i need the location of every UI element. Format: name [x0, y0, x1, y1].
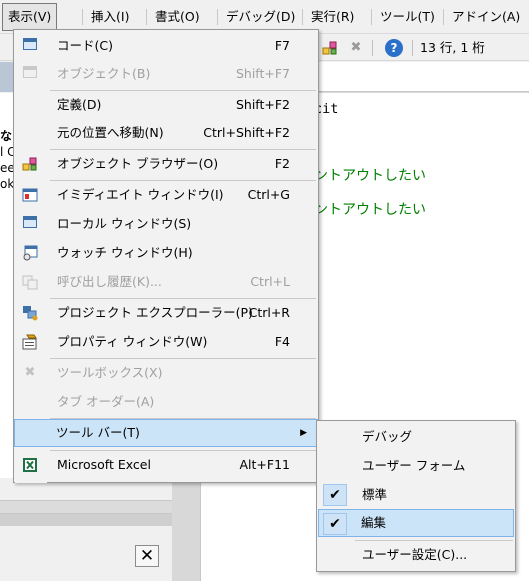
clipped-text: ok — [0, 177, 14, 191]
pane-splitter[interactable] — [0, 514, 172, 526]
menu-item-shortcut: F7 — [274, 38, 290, 53]
clipped-text: l C — [0, 145, 14, 159]
object-browser-icon — [22, 156, 38, 172]
submenu-item-debug[interactable]: デバッグ — [319, 423, 513, 451]
submenu-item-userform[interactable]: ユーザー フォーム — [319, 452, 513, 480]
menu-item-shortcut: Ctrl+R — [248, 305, 290, 320]
menu-item-toolbox: ✖ ツールボックス(X) — [15, 359, 317, 387]
toolbox-icon: ✖ — [24, 365, 36, 380]
properties-window-icon — [22, 334, 38, 350]
menu-item-code[interactable]: コード(C) F7 — [15, 32, 317, 60]
object-browser-icon[interactable] — [321, 39, 339, 57]
menu-item-project-explorer[interactable]: プロジェクト エクスプローラー(P) Ctrl+R — [15, 299, 317, 327]
menu-item-call-stack: 呼び出し履歴(K)... Ctrl+L — [15, 268, 317, 296]
watch-window-icon — [22, 245, 38, 261]
project-pane-titlebar — [0, 62, 14, 92]
toolbar-separator — [412, 40, 413, 56]
submenu-item-edit[interactable]: ✔ 編集 — [318, 509, 514, 537]
menu-item-label: プロジェクト エクスプローラー(P) — [57, 305, 253, 320]
comment-line: ントアウトしたい — [314, 168, 426, 184]
menu-item-shortcut: F2 — [274, 156, 290, 171]
locals-window-icon — [22, 216, 38, 232]
checkmark-icon: ✔ — [323, 484, 347, 506]
menu-item-label: イミディエイト ウィンドウ(I) — [57, 187, 224, 202]
menu-item-object-browser[interactable]: オブジェクト ブラウザー(O) F2 — [15, 150, 317, 178]
toolbar-separator — [372, 40, 373, 56]
menu-item-label: オブジェクト ブラウザー(O) — [57, 156, 219, 171]
clipped-text: な — [0, 129, 13, 143]
comment-line: ントアウトしたい — [314, 202, 426, 218]
submenu-arrow-icon: ▶ — [300, 428, 307, 438]
menu-item-shortcut: Ctrl+G — [247, 187, 290, 202]
menu-debug[interactable]: デバッグ(D) — [216, 3, 300, 31]
submenu-item-label: ユーザー設定(C)... — [362, 547, 468, 562]
clipped-text: ee — [0, 161, 14, 175]
menu-item-label: オブジェクト(B) — [57, 66, 151, 81]
project-explorer-icon — [22, 305, 38, 321]
horizontal-scrollbar[interactable] — [0, 500, 172, 514]
menu-item-properties-window[interactable]: プロパティ ウィンドウ(W) F4 — [15, 328, 317, 356]
menu-item-watch-window[interactable]: ウォッチ ウィンドウ(H) — [15, 239, 317, 267]
menu-item-shortcut: Alt+F11 — [239, 457, 291, 472]
object-icon — [22, 66, 38, 82]
submenu-item-label: 標準 — [362, 487, 388, 502]
menu-item-microsoft-excel[interactable]: Microsoft Excel Alt+F11 — [15, 451, 317, 479]
submenu-item-label: ユーザー フォーム — [362, 458, 466, 473]
menu-item-label: ツール バー(T) — [56, 425, 140, 440]
call-stack-icon — [22, 274, 38, 290]
submenu-item-label: 編集 — [361, 515, 387, 530]
immediate-window-icon — [22, 187, 38, 203]
menu-item-label: コード(C) — [57, 38, 113, 53]
menu-format[interactable]: 書式(O) — [146, 3, 205, 31]
submenu-item-standard[interactable]: ✔ 標準 — [319, 481, 513, 509]
properties-clipped-text: な l C ee ok — [0, 128, 14, 208]
cursor-position: 13 行, 1 桁 — [420, 40, 485, 55]
menu-view[interactable]: 表示(V) — [2, 3, 58, 31]
menu-item-locals-window[interactable]: ローカル ウィンドウ(S) — [15, 210, 317, 238]
menu-addins[interactable]: アドイン(A) — [442, 3, 525, 31]
menu-item-object: オブジェクト(B) Shift+F7 — [15, 60, 317, 88]
menu-item-tab-order: タブ オーダー(A) — [15, 388, 317, 416]
menu-item-shortcut: Ctrl+L — [250, 274, 290, 289]
submenu-item-customize[interactable]: ユーザー設定(C)... — [319, 541, 513, 569]
toolbox-icon[interactable]: ✖ — [347, 39, 365, 57]
menu-tools[interactable]: ツール(T) — [371, 3, 440, 31]
help-icon[interactable]: ? — [385, 39, 403, 57]
menu-item-label: 呼び出し履歴(K)... — [57, 274, 162, 289]
menu-item-label: プロパティ ウィンドウ(W) — [57, 334, 208, 349]
menu-item-shortcut: Ctrl+Shift+F2 — [203, 125, 290, 140]
immediate-pane-area: ✕ — [0, 478, 172, 581]
menu-run[interactable]: 実行(R) — [301, 3, 359, 31]
menu-item-shortcut: Shift+F2 — [235, 97, 290, 112]
menu-item-label: Microsoft Excel — [57, 457, 151, 472]
menu-item-label: ローカル ウィンドウ(S) — [57, 216, 192, 231]
menu-insert[interactable]: 挿入(I) — [81, 3, 134, 31]
view-menu-dropdown: コード(C) F7 オブジェクト(B) Shift+F7 定義(D) Shift… — [13, 29, 319, 483]
menu-item-toolbars[interactable]: ツール バー(T) ▶ — [14, 419, 318, 447]
menu-item-shortcut: Shift+F7 — [235, 66, 290, 81]
excel-icon — [22, 457, 38, 473]
menu-item-label: ツールボックス(X) — [57, 365, 163, 380]
code-window-icon — [22, 38, 38, 54]
close-icon[interactable]: ✕ — [135, 545, 159, 567]
menu-item-label: 定義(D) — [57, 97, 102, 112]
menu-item-last-position[interactable]: 元の位置へ移動(N) Ctrl+Shift+F2 — [15, 119, 317, 147]
menu-item-shortcut: F4 — [274, 334, 290, 349]
menu-item-label: 元の位置へ移動(N) — [57, 125, 164, 140]
submenu-item-label: デバッグ — [362, 429, 413, 444]
checkmark-icon: ✔ — [323, 513, 347, 535]
menu-item-label: タブ オーダー(A) — [57, 394, 155, 409]
toolbars-submenu: デバッグ ユーザー フォーム ✔ 標準 ✔ 編集 ユーザー設定(C)... — [316, 420, 516, 572]
menu-item-definition[interactable]: 定義(D) Shift+F2 — [15, 91, 317, 119]
menu-item-immediate-window[interactable]: イミディエイト ウィンドウ(I) Ctrl+G — [15, 181, 317, 209]
menu-item-label: ウォッチ ウィンドウ(H) — [57, 245, 193, 260]
